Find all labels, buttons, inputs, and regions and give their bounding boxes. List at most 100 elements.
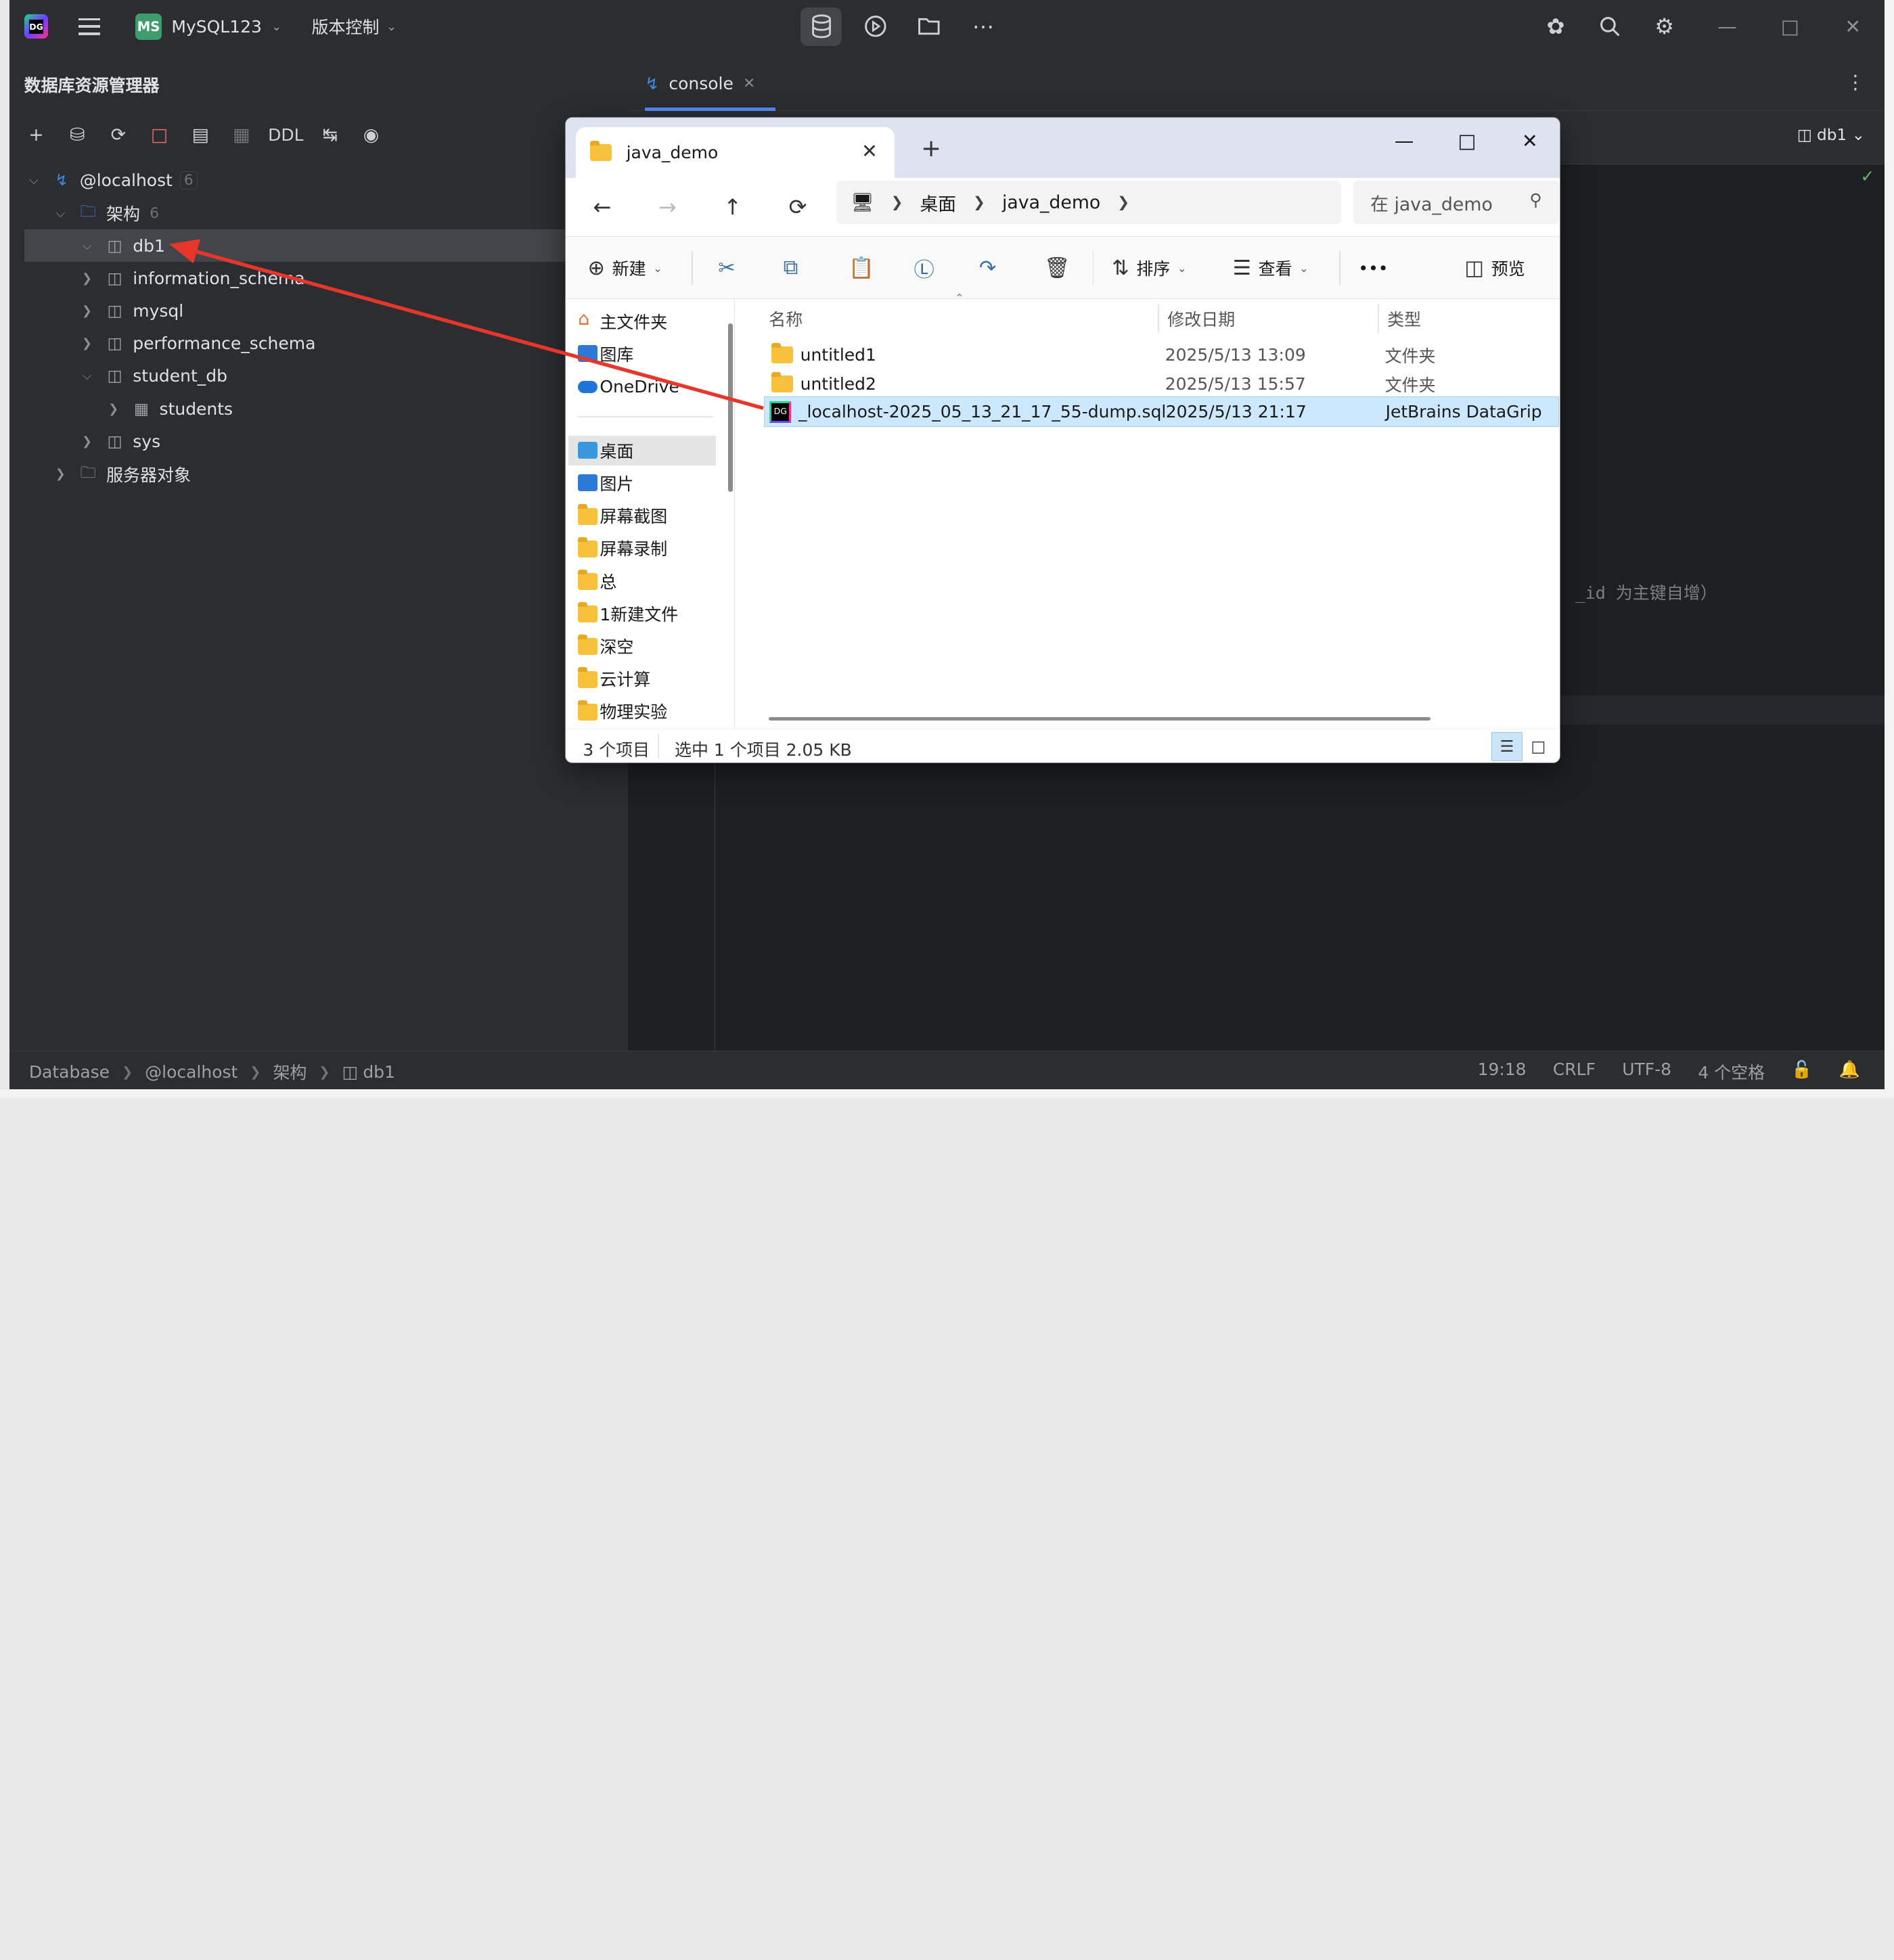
nav-pictures[interactable]: 图片 📌 [568,468,716,499]
cut-icon[interactable]: ✂ [718,251,735,285]
tree-item-student-db[interactable]: ⌵ ◫ student_db [24,360,629,392]
back-icon[interactable]: ← [585,190,619,224]
disconnect-icon[interactable]: □ [145,120,174,150]
details-view-icon[interactable]: ☰ [1491,731,1523,761]
tree-item-students[interactable]: ❯ ▦ students [24,392,629,425]
file-row-selected[interactable]: DG _localhost-2025_05_13_21_17_55-dump.sq… [764,396,1559,428]
address-bar[interactable]: 🖥 ❯ 桌面 ❯ java_demo ❯ [836,180,1342,225]
nav-zong[interactable]: 总 📌 [568,566,716,596]
view-button[interactable]: ☰ 查看 ⌄ [1233,251,1309,285]
close-icon[interactable]: ✕ [1506,122,1554,159]
jump-icon[interactable]: ↹ [315,120,344,150]
column-type[interactable]: 类型 [1387,306,1421,331]
nav-physics-lab[interactable]: 物理实验 📌 [568,696,716,727]
chevron-right-icon[interactable]: ❯ [77,434,97,449]
chevron-right-icon[interactable]: ❯ [77,271,97,286]
chevron-down-icon[interactable]: ⌵ [77,369,97,383]
more-icon[interactable]: ⋯ [963,7,1004,46]
indent-setting[interactable]: 4 个空格 [1698,1059,1765,1084]
close-icon[interactable]: ✕ [1839,12,1868,41]
run-icon[interactable] [855,7,897,46]
nav-home[interactable]: ⌂ 主文件夹 [568,306,716,337]
copy-icon[interactable]: ⧉ [784,251,798,285]
chevron-right-icon[interactable]: ❯ [104,402,123,416]
file-row[interactable]: untitled1 2025/5/13 13:09 文件夹 [767,340,1560,371]
sort-button[interactable]: ⇅ 排序 ⌄ [1112,251,1186,285]
nav-gallery[interactable]: 图库 [568,339,716,369]
nav-screenshots[interactable]: 屏幕截图 📌 [568,501,716,531]
paste-icon[interactable]: 📋 [849,251,874,285]
nav-scrollbar[interactable] [727,323,733,493]
chevron-down-icon[interactable]: ⌵ [77,239,97,253]
nav-onedrive[interactable]: OneDrive - [568,371,716,402]
tab-java-demo[interactable]: java_demo ✕ [575,127,895,179]
minimize-icon[interactable]: — [1713,12,1742,41]
column-name[interactable]: 名称 [769,306,803,331]
settings-icon[interactable]: ⚙ [1650,12,1679,41]
new-button[interactable]: ⊕ 新建 ⌄ [588,251,662,285]
tree-item-server-objects[interactable]: ❯ 🗀 服务器对象 [24,457,629,490]
file-row[interactable]: untitled2 2025/5/13 15:57 文件夹 [767,369,1560,399]
refresh-icon[interactable]: ⟳ [781,190,815,224]
up-icon[interactable]: ↑ [716,190,750,224]
forward-icon[interactable]: → [650,190,684,224]
rename-icon[interactable]: Ⓛ [914,251,934,285]
preview-button[interactable]: ◫ 预览 [1464,251,1525,285]
chevron-down-icon[interactable]: ⌵ [24,173,44,187]
tree-item-sys[interactable]: ❯ ◫ sys [24,425,629,457]
breadcrumb-item[interactable]: @localhost [145,1062,238,1082]
breadcrumb-item[interactable]: Database [29,1062,110,1082]
main-menu-icon[interactable] [72,12,106,41]
file-encoding[interactable]: UTF-8 [1622,1059,1671,1084]
nav-deep-space[interactable]: 深空 📌 [568,631,716,662]
database-icon[interactable] [801,7,842,46]
datasource-properties-icon[interactable]: ⛁ [63,120,92,150]
column-date[interactable]: 修改日期 [1167,306,1235,331]
delete-icon[interactable]: 🗑 [1044,251,1070,285]
folder-icon[interactable] [908,7,949,46]
nav-cloud-computing[interactable]: 云计算 📌 [568,664,716,694]
console-icon[interactable]: ▤ [186,120,215,150]
horizontal-scrollbar[interactable] [769,716,1431,721]
tree-item-mysql[interactable]: ❯ ◫ mysql [24,295,629,327]
ddl-button[interactable]: DDL [268,120,303,150]
notifications-icon[interactable]: 🔔 [1839,1059,1860,1084]
chevron-down-icon[interactable]: ⌵ [51,206,70,221]
new-tab-icon[interactable]: + [921,135,941,162]
line-separator[interactable]: CRLF [1553,1059,1596,1084]
nav-new-folder-1[interactable]: 1新建文件 📌 [568,599,716,629]
address-segment[interactable]: java_demo [1002,192,1100,213]
lock-icon[interactable]: 🔓 [1791,1059,1812,1084]
close-tab-icon[interactable]: ✕ [743,75,755,92]
tree-item-information-schema[interactable]: ❯ ◫ information_schema [24,262,629,294]
tiles-view-icon[interactable]: □ [1523,732,1554,761]
tree-item-db1[interactable]: ⌵ ◫ db1 [24,229,629,263]
add-icon[interactable]: + [22,120,51,150]
chevron-right-icon[interactable]: ❯ [51,467,70,481]
more-vertical-icon[interactable]: ⋮ [1845,70,1865,93]
nav-recordings[interactable]: 屏幕录制 📌 [568,533,716,564]
tree-item-schemas[interactable]: ⌵ 🗀 架构 6 [24,197,629,229]
chevron-right-icon[interactable]: ❯ [77,336,97,350]
caret-position[interactable]: 19:18 [1478,1059,1527,1084]
chevron-right-icon[interactable]: ❯ [77,304,97,318]
project-selector[interactable]: MS MySQL123 ⌄ [135,12,281,41]
maximize-icon[interactable]: □ [1443,122,1491,159]
search-icon[interactable] [1596,12,1625,41]
breadcrumb-item[interactable]: db1 [363,1062,395,1082]
tree-item-performance-schema[interactable]: ❯ ◫ performance_schema [24,327,629,360]
close-tab-icon[interactable]: ✕ [861,139,878,162]
nav-desktop[interactable]: 桌面 📌 [568,435,716,466]
refresh-icon[interactable]: ⟳ [104,120,133,150]
maximize-icon[interactable]: □ [1776,12,1805,41]
view-options-icon[interactable]: ◉ [357,120,386,150]
breadcrumb-item[interactable]: 架构 [273,1059,307,1084]
table-icon[interactable]: ▦ [227,120,256,150]
ai-assistant-icon[interactable]: ✿ [1541,12,1571,41]
address-segment[interactable]: 桌面 [920,189,957,216]
more-button[interactable]: ••• [1358,251,1388,285]
minimize-icon[interactable]: — [1380,122,1428,159]
vcs-menu[interactable]: 版本控制 ⌄ [312,12,397,41]
tab-console[interactable]: ↯ console ✕ [645,65,775,112]
share-icon[interactable]: ↷ [979,251,996,285]
